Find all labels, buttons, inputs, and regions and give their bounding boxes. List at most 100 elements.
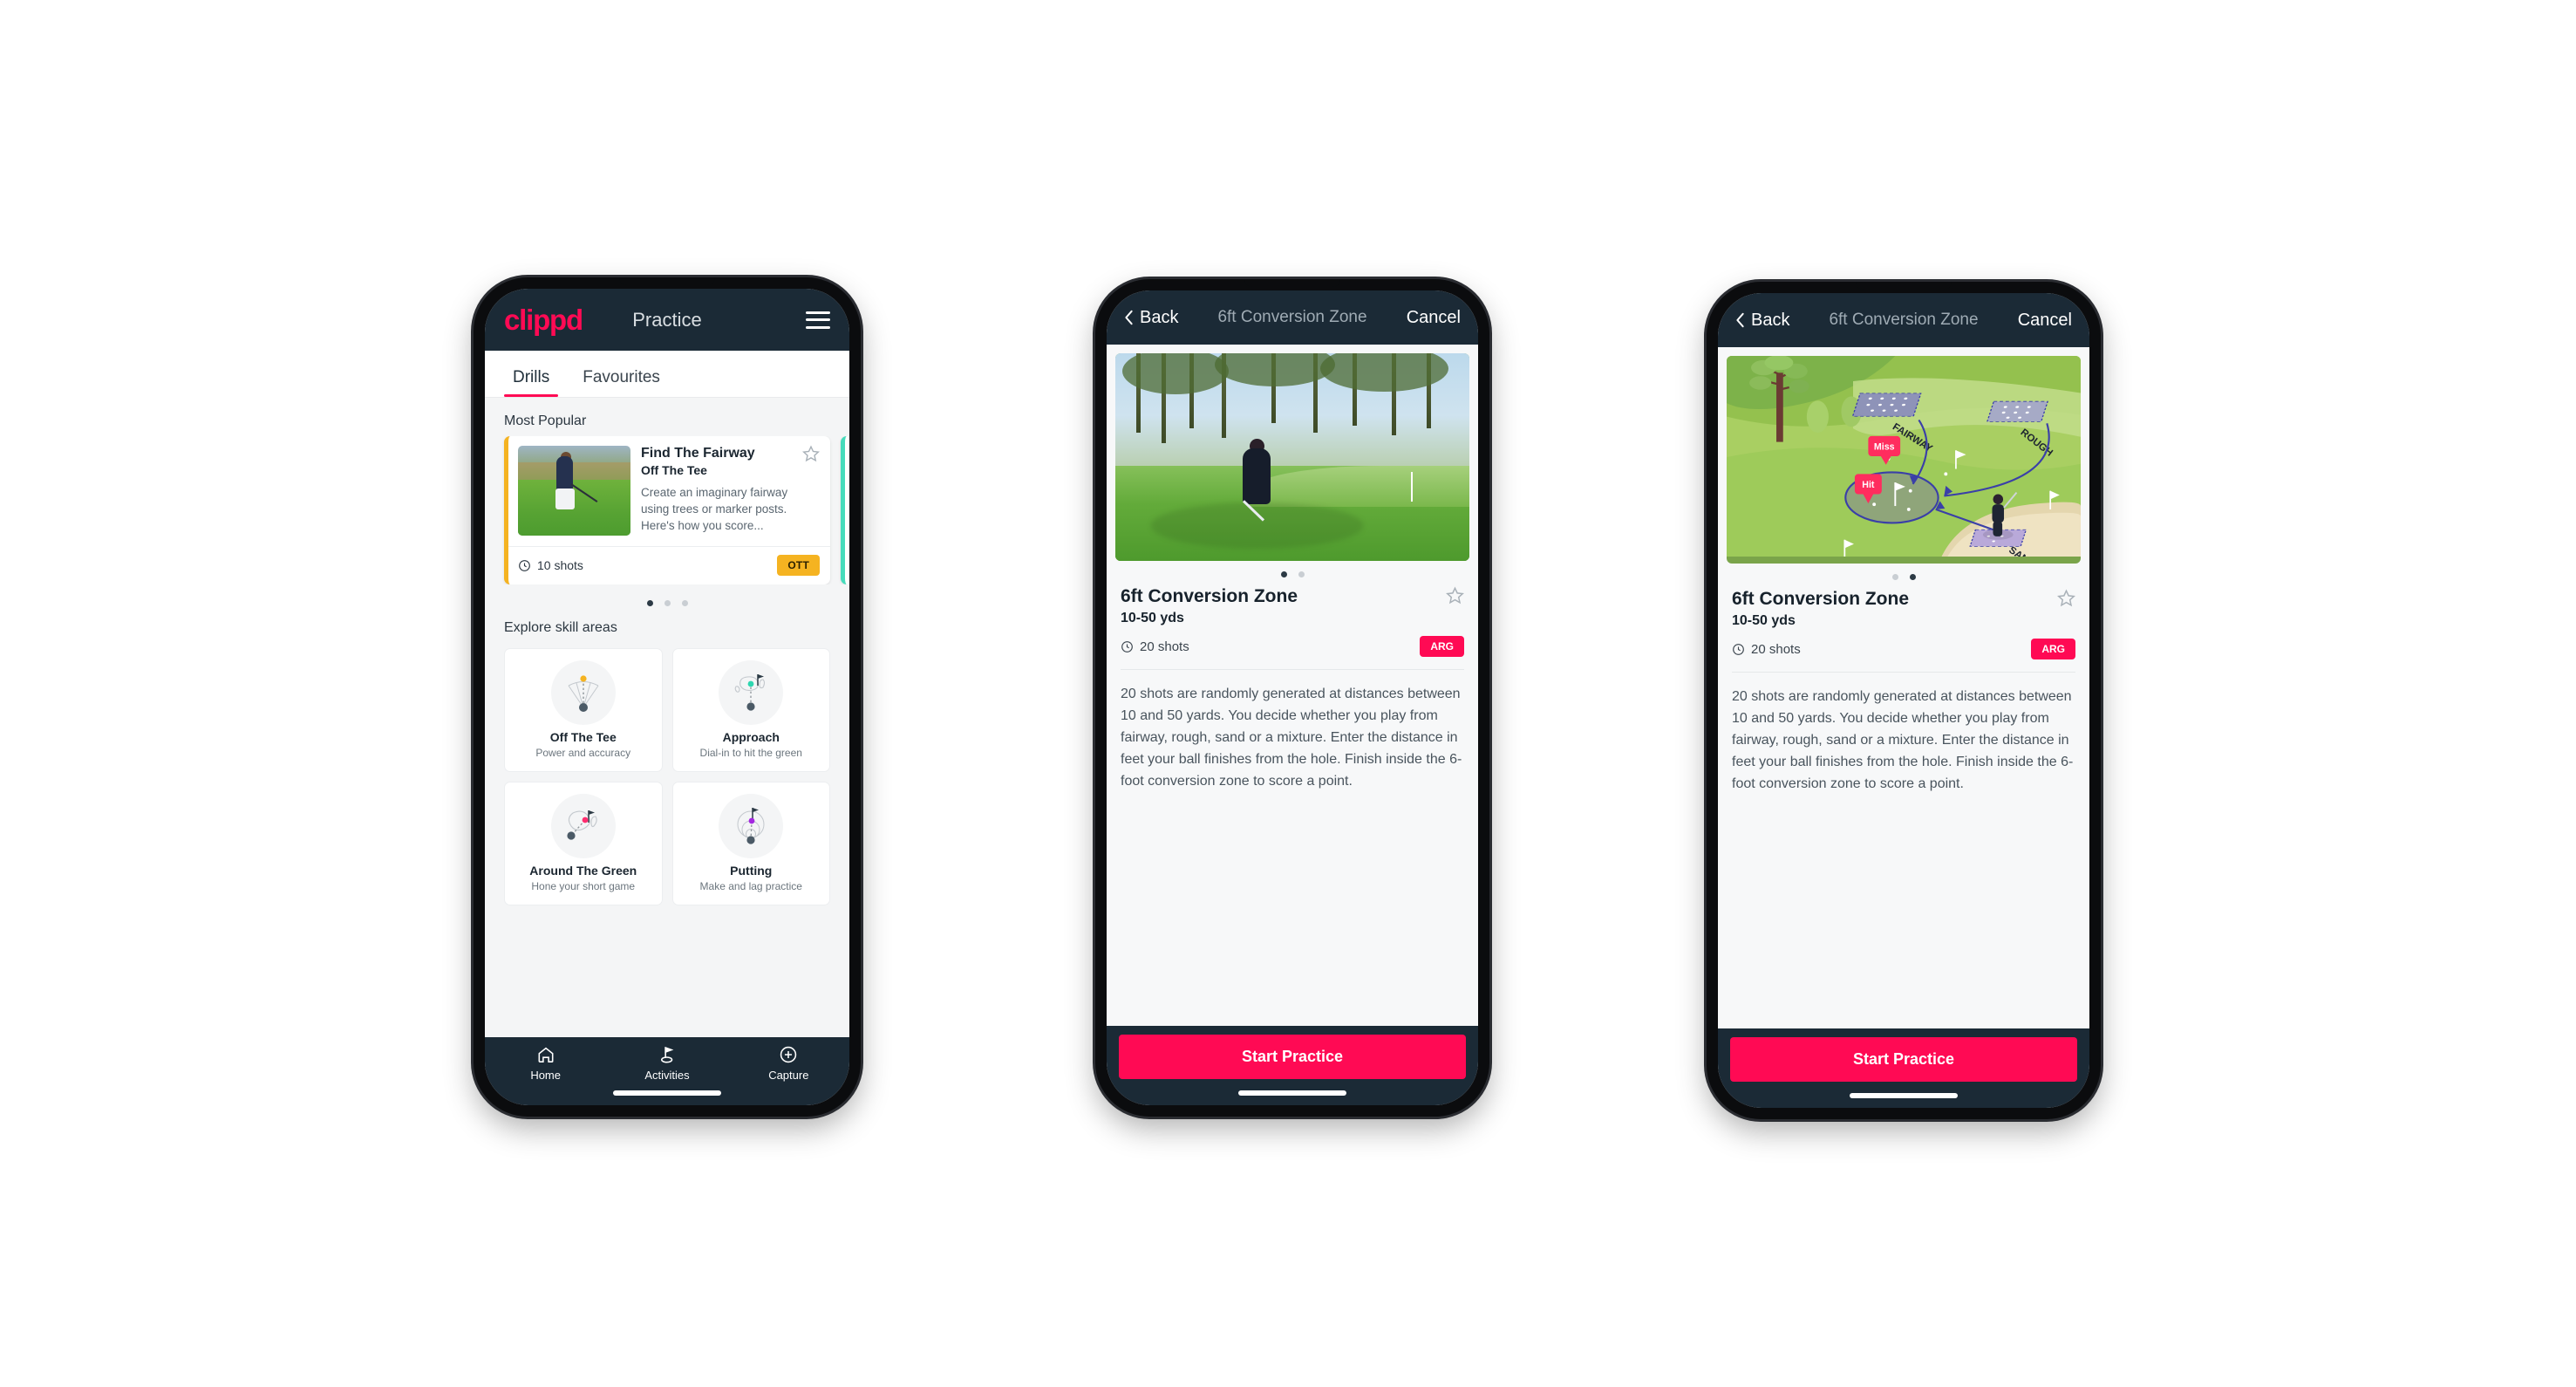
phone-mockup-drill-detail-photo: Back 6ft Conversion Zone Cancel 6ft Conv… [1095, 279, 1489, 1117]
star-outline-icon[interactable] [802, 445, 820, 462]
green-and-flag-icon [734, 674, 766, 711]
chevron-left-icon [1125, 310, 1133, 325]
drill-description: 20 shots are randomly generated at dista… [1121, 687, 1462, 789]
detail-dot-2[interactable] [1298, 571, 1305, 577]
back-label: Back [1140, 307, 1179, 327]
clippd-logo[interactable]: clippd [504, 305, 583, 334]
svg-text:Miss: Miss [1874, 441, 1895, 452]
detail-header: Back 6ft Conversion Zone Cancel [1718, 293, 2089, 347]
back-button[interactable]: Back [1124, 308, 1178, 328]
phone-notch [1244, 279, 1340, 287]
explore-skill-areas-heading: Explore skill areas [504, 620, 617, 635]
skill-card-off-the-tee[interactable]: Off The Tee Power and accuracy [504, 648, 663, 772]
divider [1121, 669, 1464, 670]
skill-subtitle: Hone your short game [531, 880, 636, 892]
detail-dot-2[interactable] [1909, 574, 1916, 580]
carousel-dots[interactable] [485, 584, 849, 612]
around-the-green-icon [550, 794, 616, 858]
hamburger-icon[interactable] [806, 311, 830, 329]
skill-card-around-the-green[interactable]: Around The Green Hone your short game [504, 782, 663, 905]
carousel-dot-2[interactable] [664, 600, 671, 606]
drill-title: 6ft Conversion Zone [1121, 586, 1298, 606]
detail-body: 6ft Conversion Zone 10-50 yds 20 shots A… [1107, 345, 1478, 1026]
skill-card-putting[interactable]: Putting Make and lag practice [671, 782, 830, 905]
drill-skill-badge: OTT [777, 555, 820, 576]
drill-description: Create an imaginary fairway using trees … [641, 486, 788, 533]
home-indicator [613, 1090, 721, 1096]
chevron-left-icon [1736, 312, 1744, 328]
phone1-screen: clippd Practice Drills Favourites Most P… [485, 289, 849, 1105]
media-container: FAIRWAY ROUGH Miss Hit [1718, 347, 2089, 564]
drill-card[interactable]: Find The Fairway Off The Tee Create an i… [504, 436, 830, 584]
course-diagram: FAIRWAY ROUGH Miss Hit [1727, 356, 2081, 557]
home-indicator [1850, 1093, 1958, 1098]
app-header: clippd Practice [485, 289, 849, 351]
drill-photo[interactable] [1115, 353, 1469, 561]
phone-notch [1856, 282, 1952, 290]
divider [1732, 672, 2075, 673]
screenshot-canvas: clippd Practice Drills Favourites Most P… [0, 0, 2576, 1387]
phone2-screen: Back 6ft Conversion Zone Cancel 6ft Conv… [1107, 290, 1478, 1105]
drill-shots: 20 shots [1732, 642, 1801, 657]
drill-card-footer: 10 shots OTT [508, 546, 830, 584]
dispersion-cone-icon [568, 675, 599, 712]
skill-card-approach[interactable]: Approach Dial-in to hit the green [671, 648, 830, 772]
cancel-button[interactable]: Cancel [1407, 308, 1461, 328]
drill-detail: 6ft Conversion Zone 10-50 yds 20 shots A… [1107, 561, 1478, 1026]
carousel-dot-3[interactable] [681, 600, 688, 606]
skill-name: Approach [722, 730, 780, 744]
home-icon [538, 1047, 554, 1062]
drill-yardage: 10-50 yds [1732, 613, 1796, 628]
skill-subtitle: Dial-in to hit the green [699, 747, 802, 759]
approach-icon [719, 660, 784, 725]
detail-title-row: 6ft Conversion Zone 10-50 yds [1121, 586, 1464, 626]
clock-icon [1733, 643, 1744, 655]
detail-carousel-dots[interactable] [1732, 564, 2075, 589]
detail-dot-1[interactable] [1891, 574, 1898, 580]
chip-shot-icon [567, 810, 597, 840]
nav-item-capture[interactable]: Capture [728, 1045, 849, 1082]
drill-yardage: 10-50 yds [1121, 611, 1184, 625]
home-indicator [1238, 1090, 1346, 1096]
skill-name: Putting [730, 864, 773, 878]
detail-dot-1[interactable] [1280, 571, 1287, 577]
detail-body: FAIRWAY ROUGH Miss Hit 6ft Conversion Zo… [1718, 347, 2089, 1028]
nav-item-home[interactable]: Home [485, 1045, 606, 1082]
start-practice-button[interactable]: Start Practice [1119, 1035, 1466, 1079]
drill-card-body: Find The Fairway Off The Tee Create an i… [508, 436, 830, 546]
drill-category: Off The Tee [641, 463, 707, 477]
putting-icon [719, 794, 784, 858]
off-the-tee-icon [550, 660, 616, 725]
clock-icon [519, 559, 530, 571]
detail-title-row: 6ft Conversion Zone 10-50 yds [1732, 589, 2075, 629]
drill-card-next-peek[interactable] [841, 436, 849, 584]
cancel-button[interactable]: Cancel [2018, 311, 2072, 331]
tab-favourites[interactable]: Favourites [574, 368, 669, 397]
skill-subtitle: Make and lag practice [699, 880, 802, 892]
drill-carousel[interactable]: Find The Fairway Off The Tee Create an i… [485, 436, 849, 584]
phone-mockup-practice-list: clippd Practice Drills Favourites Most P… [474, 277, 861, 1117]
tab-drills[interactable]: Drills [504, 368, 559, 397]
drill-description: 20 shots are randomly generated at dista… [1732, 689, 2074, 791]
star-outline-icon[interactable] [1446, 586, 1464, 605]
drill-shots-label: 10 shots [537, 558, 583, 572]
drill-name: Find The Fairway [641, 446, 755, 461]
carousel-dot-1[interactable] [646, 600, 653, 606]
back-button[interactable]: Back [1735, 311, 1789, 331]
drill-shots: 10 shots [518, 558, 583, 572]
detail-header: Back 6ft Conversion Zone Cancel [1107, 290, 1478, 345]
drill-text-block: Find The Fairway Off The Tee Create an i… [641, 445, 820, 536]
star-outline-icon[interactable] [2057, 589, 2075, 607]
phone3-screen: Back 6ft Conversion Zone Cancel FAIRWAY … [1718, 293, 2089, 1108]
skill-name: Around The Green [529, 864, 637, 878]
detail-carousel-dots[interactable] [1121, 561, 1464, 586]
nav-item-activities[interactable]: Activities [606, 1045, 727, 1082]
golf-flag-icon [660, 1046, 674, 1063]
drill-thumbnail [518, 446, 630, 536]
nav-label: Activities [644, 1069, 690, 1082]
putting-rings-icon [737, 808, 765, 844]
drill-illustration[interactable]: FAIRWAY ROUGH Miss Hit [1727, 356, 2081, 564]
svg-text:Hit: Hit [1862, 480, 1875, 490]
start-practice-button[interactable]: Start Practice [1730, 1037, 2077, 1082]
most-popular-heading: Most Popular [504, 413, 587, 428]
